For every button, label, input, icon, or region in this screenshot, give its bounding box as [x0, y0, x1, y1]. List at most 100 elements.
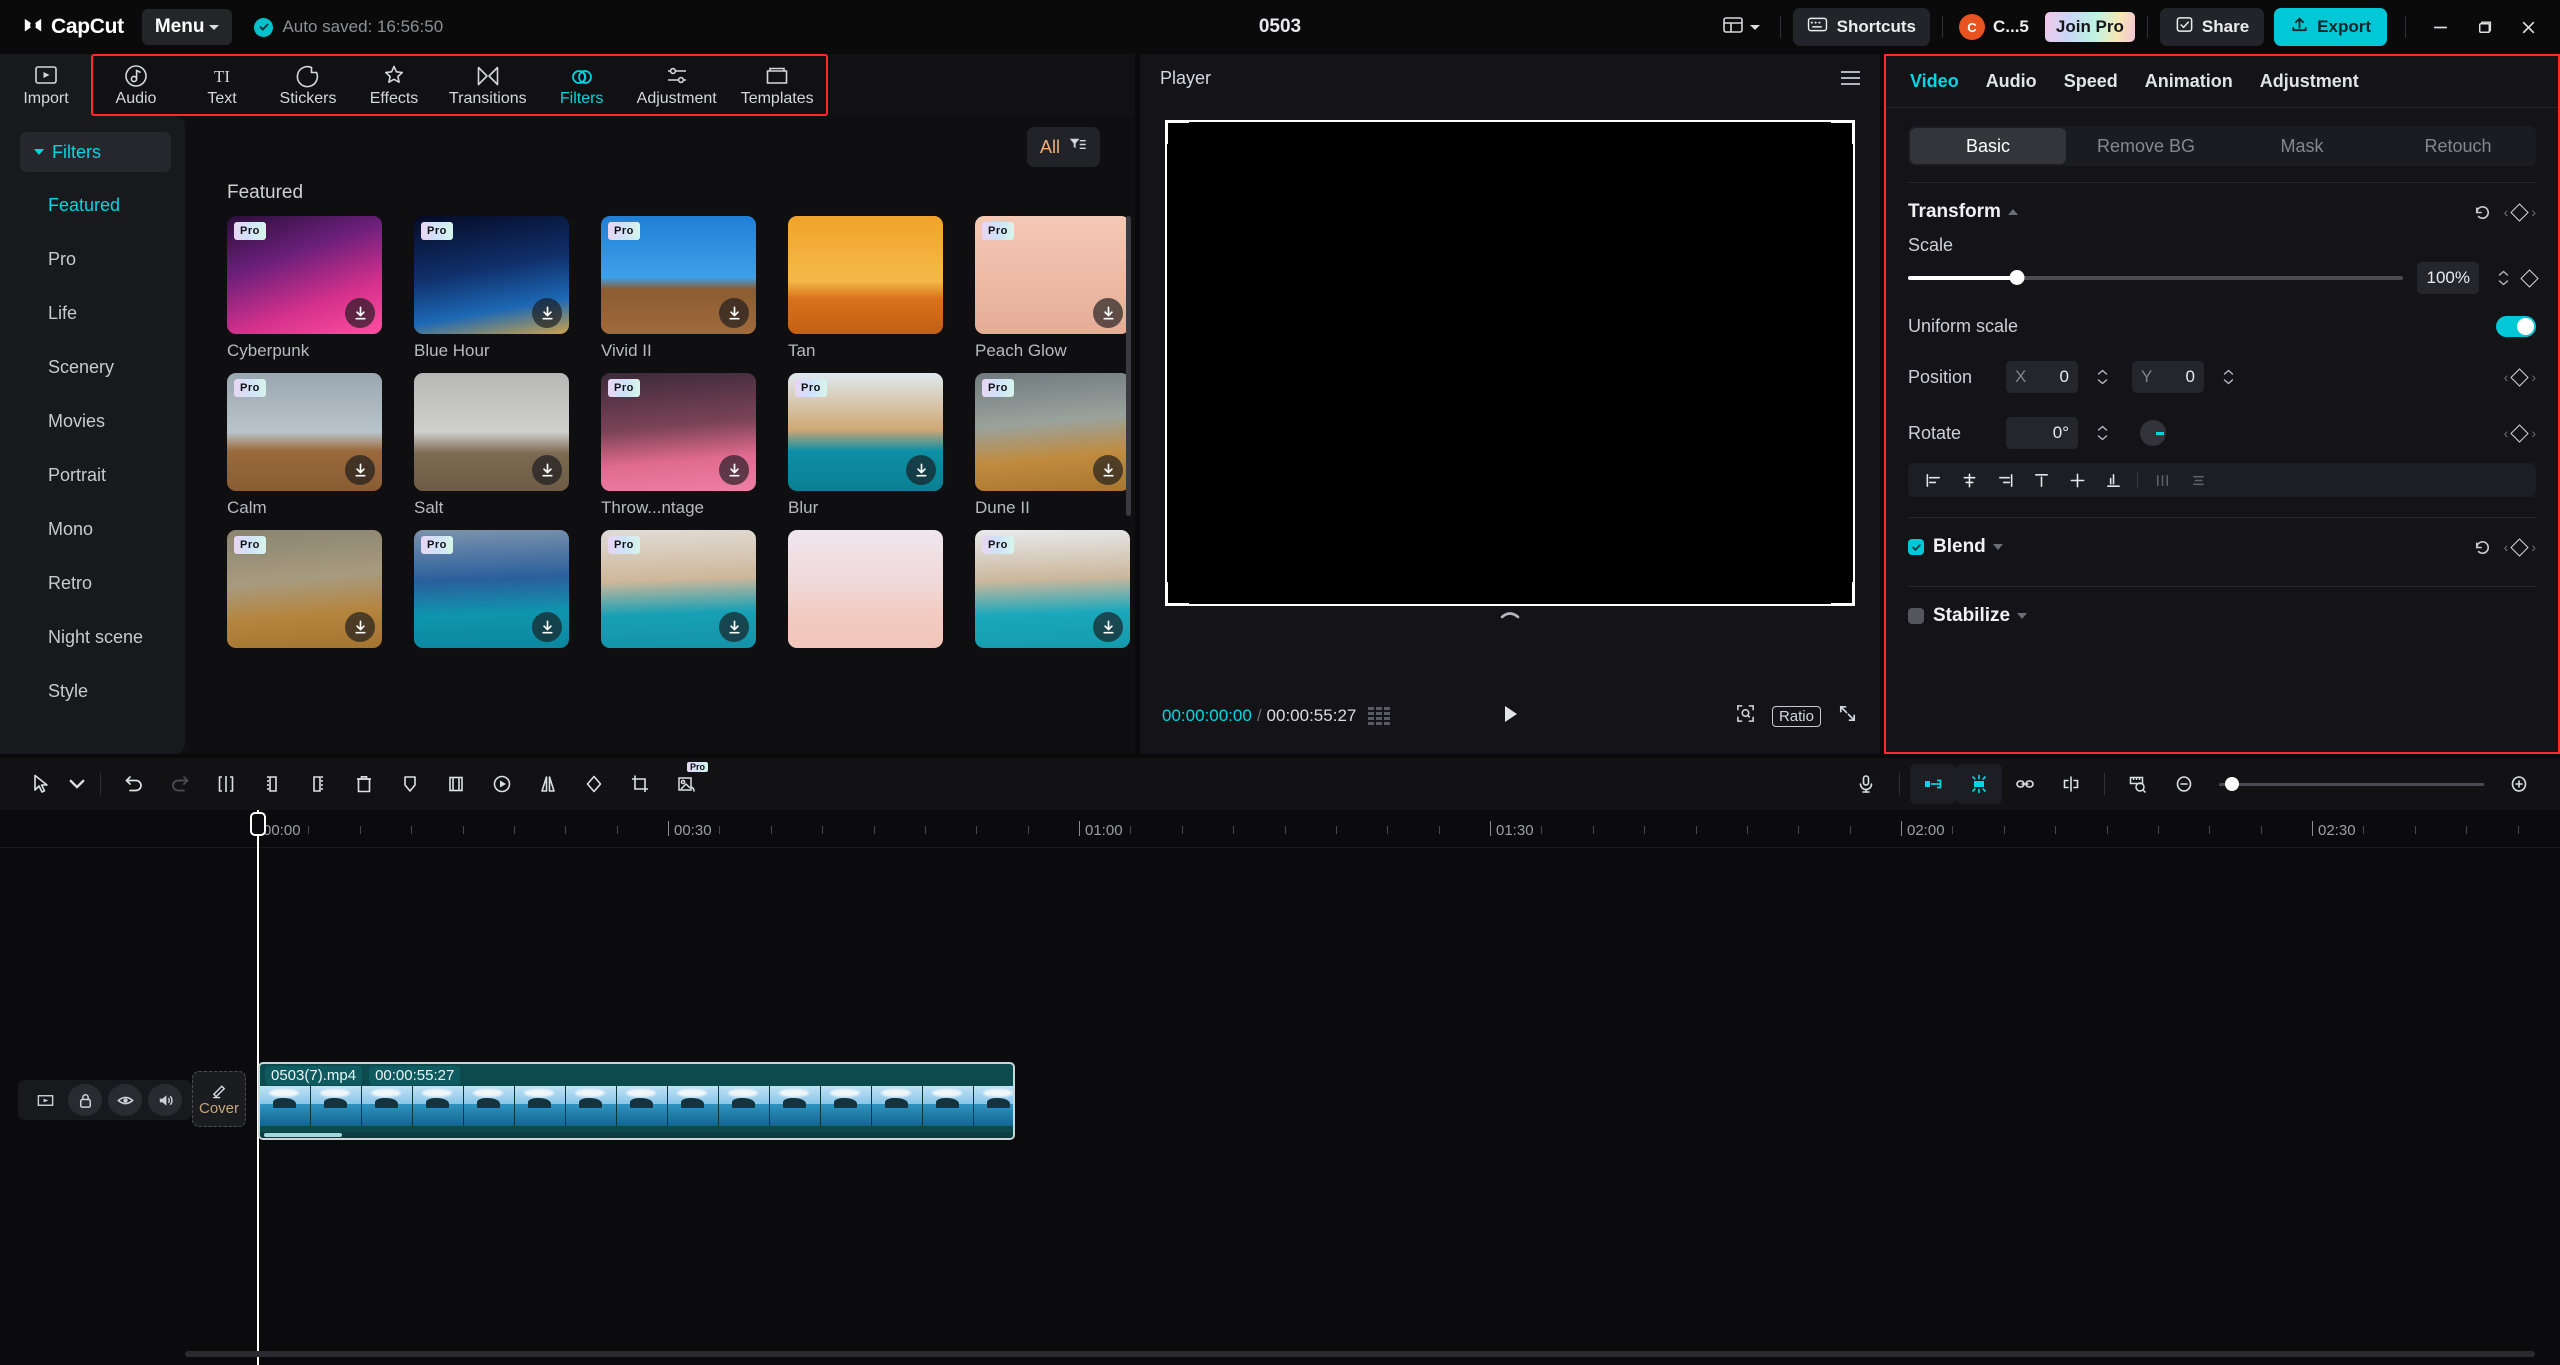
rotate-icon[interactable]	[571, 764, 617, 804]
align-top-icon[interactable]	[2024, 465, 2058, 495]
filter-card[interactable]: Pro Calm	[227, 373, 382, 518]
maximize-button[interactable]	[2462, 5, 2506, 49]
tab-filters[interactable]: Filters	[539, 56, 625, 114]
filter-card[interactable]: Pro Blue Hour	[414, 216, 569, 361]
ruler-icon[interactable]	[2115, 764, 2161, 804]
segment-basic[interactable]: Basic	[1910, 128, 2066, 164]
download-icon[interactable]	[1093, 455, 1123, 485]
category-header-filters[interactable]: Filters	[20, 132, 171, 172]
filter-sort-button[interactable]: All	[1026, 127, 1100, 167]
sidebar-item-featured[interactable]: Featured	[0, 178, 185, 232]
tab-text[interactable]: TI Text	[179, 56, 265, 114]
keyframe-next-icon[interactable]: ›	[2531, 204, 2536, 220]
sidebar-item-mono[interactable]: Mono	[0, 502, 185, 556]
tab-adjustment[interactable]: Adjustment	[625, 56, 729, 114]
snap-to-clip-icon[interactable]	[1910, 764, 1956, 804]
account-button[interactable]: C C...5	[1955, 8, 2035, 46]
filter-card[interactable]	[788, 530, 943, 655]
filter-card[interactable]: Tan	[788, 216, 943, 361]
playhead-handle[interactable]	[250, 812, 266, 836]
filters-scrollbar[interactable]	[1126, 216, 1131, 516]
tab-video[interactable]: Video	[1910, 71, 1980, 92]
filter-card[interactable]: Pro	[601, 530, 756, 655]
blend-checkbox[interactable]	[1908, 539, 1924, 555]
rotate-dial[interactable]	[2140, 420, 2166, 446]
fullscreen-icon[interactable]	[1837, 703, 1858, 729]
eye-icon[interactable]	[108, 1084, 142, 1116]
download-icon[interactable]	[532, 612, 562, 642]
timeline-hscrollbar[interactable]	[185, 1351, 2535, 1357]
join-pro-button[interactable]: Join Pro	[2044, 12, 2135, 42]
shortcuts-button[interactable]: Shortcuts	[1792, 8, 1930, 46]
sidebar-item-pro[interactable]: Pro	[0, 232, 185, 286]
scale-keyframe[interactable]	[2520, 268, 2539, 288]
download-icon[interactable]	[345, 612, 375, 642]
filter-card[interactable]: Pro Cyberpunk	[227, 216, 382, 361]
distribute-h-icon[interactable]	[2145, 465, 2179, 495]
filter-card[interactable]: Pro	[414, 530, 569, 655]
tab-speed[interactable]: Speed	[2064, 71, 2139, 92]
preview-icon[interactable]	[28, 1084, 62, 1116]
align-center-v-icon[interactable]	[2060, 465, 2094, 495]
share-button[interactable]: Share	[2159, 8, 2265, 46]
filter-card[interactable]: Salt	[414, 373, 569, 518]
tab-transitions[interactable]: Transitions	[437, 56, 539, 114]
cover-button[interactable]: Cover	[192, 1071, 246, 1127]
filter-card[interactable]: Pro Throw...ntage	[601, 373, 756, 518]
lock-icon[interactable]	[68, 1084, 102, 1116]
download-icon[interactable]	[532, 455, 562, 485]
marker-icon[interactable]	[387, 764, 433, 804]
collapse-chevron-icon[interactable]	[1499, 603, 1521, 624]
zoom-fit-icon[interactable]	[1735, 703, 1756, 729]
position-y-stepper[interactable]	[2223, 369, 2234, 385]
menu-button[interactable]: Menu	[141, 9, 233, 45]
position-keyframe[interactable]: ‹ ›	[2504, 367, 2536, 387]
sidebar-item-movies[interactable]: Movies	[0, 394, 185, 448]
magnetic-icon[interactable]	[1956, 764, 2002, 804]
reset-icon[interactable]	[2473, 203, 2492, 222]
rotate-stepper[interactable]	[2097, 425, 2108, 441]
ratio-button[interactable]: Ratio	[1771, 705, 1821, 727]
redo-icon[interactable]	[157, 764, 203, 804]
filter-card[interactable]: Pro	[975, 530, 1130, 655]
export-button[interactable]: Export	[2274, 8, 2387, 46]
download-icon[interactable]	[719, 455, 749, 485]
microphone-icon[interactable]	[1843, 764, 1889, 804]
timeline-clip[interactable]: 0503(7).mp4 00:00:55:27	[258, 1062, 1015, 1140]
hamburger-icon[interactable]	[1841, 71, 1860, 85]
chevron-up-icon[interactable]	[2007, 209, 2018, 215]
tab-stickers[interactable]: Stickers	[265, 56, 351, 114]
layout-button[interactable]	[1714, 9, 1768, 45]
position-x-field[interactable]: X 0	[2006, 361, 2078, 393]
close-button[interactable]	[2506, 5, 2550, 49]
filter-card[interactable]: Pro	[227, 530, 382, 655]
segment-remove-bg[interactable]: Remove BG	[2068, 128, 2224, 164]
tab-animation[interactable]: Animation	[2145, 71, 2254, 92]
zoom-slider-knob[interactable]	[2225, 776, 2239, 791]
align-right-icon[interactable]	[1988, 465, 2022, 495]
position-x-stepper[interactable]	[2097, 369, 2108, 385]
filter-card[interactable]: Pro Blur	[788, 373, 943, 518]
download-icon[interactable]	[1093, 298, 1123, 328]
align-center-h-icon[interactable]	[1952, 465, 1986, 495]
mirror-icon[interactable]	[433, 764, 479, 804]
play-button[interactable]	[1498, 702, 1522, 731]
import-button[interactable]: Import	[0, 54, 92, 116]
segment-retouch[interactable]: Retouch	[2380, 128, 2536, 164]
chevron-down-icon[interactable]	[2017, 613, 2028, 619]
filter-card[interactable]: Pro Dune II	[975, 373, 1130, 518]
keyframe-prev-icon[interactable]: ‹	[2504, 204, 2509, 220]
auto-cut-icon[interactable]: Pro	[663, 762, 709, 804]
tab-audio[interactable]: Audio	[1986, 71, 2058, 92]
delete-icon[interactable]	[341, 764, 387, 804]
trim-left-icon[interactable]	[249, 764, 295, 804]
minimize-button[interactable]	[2418, 5, 2462, 49]
sidebar-item-portrait[interactable]: Portrait	[0, 448, 185, 502]
chevron-down-icon[interactable]	[1992, 544, 2003, 550]
timeline-ruler[interactable]: 00:00 00:30 01:00 01:30 02:00 02:30	[0, 810, 2560, 1365]
download-icon[interactable]	[719, 612, 749, 642]
keyframe-diamond-icon[interactable]	[2510, 202, 2530, 222]
tab-effects[interactable]: Effects	[351, 56, 437, 114]
tab-adjustment[interactable]: Adjustment	[2260, 71, 2380, 92]
rotate-keyframe[interactable]: ‹ ›	[2504, 423, 2536, 443]
